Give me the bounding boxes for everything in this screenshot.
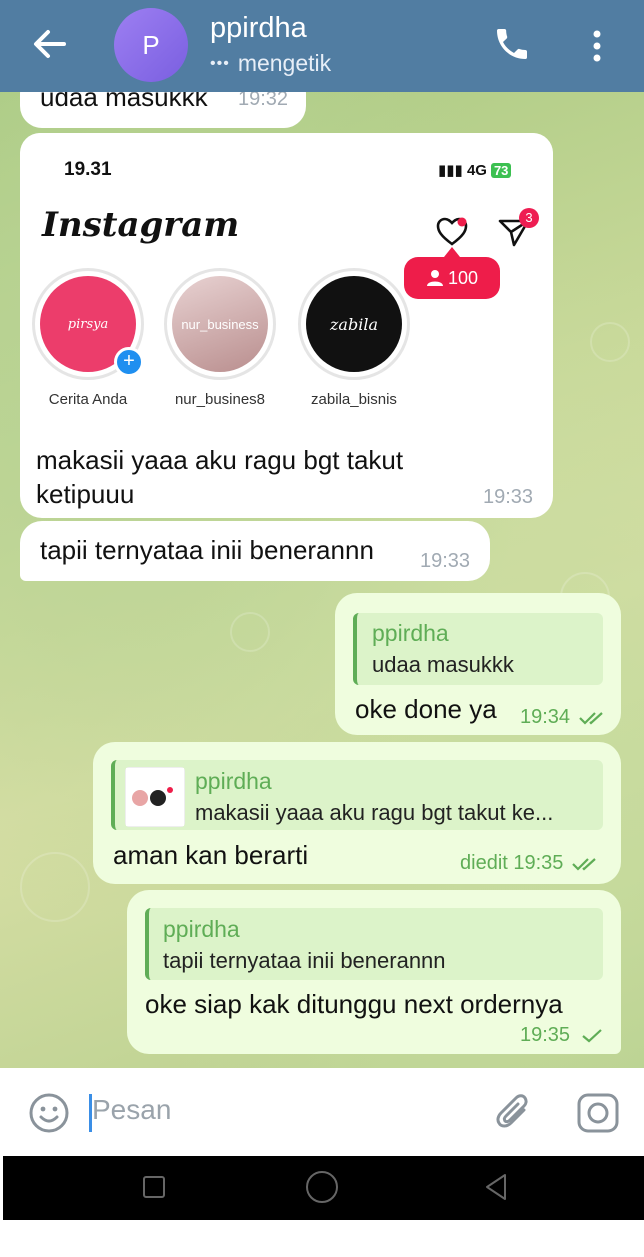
add-story-icon: + (114, 347, 144, 377)
story-caption: Cerita Anda (48, 391, 128, 408)
story-image: nur_business (172, 276, 268, 372)
time-value: 19:34 (520, 706, 571, 728)
heart-icon (436, 217, 468, 246)
message-composer: Pesan (0, 1068, 644, 1156)
phone-icon[interactable] (492, 24, 532, 64)
reply-text: udaa masukkk (372, 652, 514, 677)
message-text: oke done ya (355, 694, 497, 724)
background-doodle (20, 852, 90, 922)
emoji-icon[interactable] (28, 1092, 70, 1134)
message-text: makasii yaaa aku ragu bgt takut ketipuuu (36, 445, 404, 509)
story-caption: zabila_bisnis (311, 391, 397, 408)
reply-text: makasii yaaa aku ragu bgt takut ke... (195, 800, 554, 825)
message-text: oke siap kak ditunggu next ordernya (145, 989, 563, 1019)
message-time: 19:35 (520, 1024, 604, 1047)
message-outgoing[interactable]: ppirdha udaa masukkk oke done ya 19:34 (335, 593, 621, 735)
typing-dots: ••• (210, 55, 230, 72)
reply-text: tapii ternyataa inii benerannn (163, 948, 446, 973)
followers-notification: 100 (404, 247, 500, 299)
recents-button[interactable] (143, 1176, 165, 1198)
message-time: 19:34 (520, 706, 608, 729)
pill-pointer (444, 247, 460, 257)
screenshot-signal: ▮▮▮ 4G 73 (438, 161, 512, 179)
story-image: zabila (306, 276, 402, 372)
avatar[interactable]: P (114, 8, 188, 82)
double-check-icon (578, 711, 603, 725)
bottom-margin (0, 1220, 644, 1257)
screenshot-status-time: 19.31 (64, 159, 112, 180)
background-doodle (590, 322, 630, 362)
message-outgoing[interactable]: ppirdha tapii ternyataa inii benerannn o… (127, 890, 621, 1054)
more-vert-icon[interactable] (582, 26, 612, 66)
contact-status: ••• mengetik (210, 50, 331, 77)
chat-header: P ppirdha ••• mengetik (0, 0, 644, 92)
network-label: 4G (466, 162, 487, 179)
message-text: tapii ternyataa inii benerannn (40, 535, 374, 565)
single-check-icon (581, 1028, 602, 1043)
message-incoming[interactable]: udaa masukkk 19:32 (20, 92, 306, 128)
message-incoming[interactable]: tapii ternyataa inii benerannn 19:33 (20, 521, 490, 581)
double-check-icon (572, 857, 596, 871)
story-caption: nur_busines8 (174, 391, 266, 408)
message-text: udaa masukkk (40, 92, 208, 112)
contact-name[interactable]: ppirdha (210, 12, 307, 45)
instagram-logo: Instagram (42, 205, 240, 245)
story-circle: nur_business (164, 268, 276, 380)
edited-label: diedit (460, 852, 508, 874)
message-text: aman kan berarti (113, 840, 309, 870)
screenshot-thumbnail (126, 768, 184, 826)
followers-count: 100 (447, 267, 479, 288)
camera-icon[interactable] (576, 1092, 620, 1134)
time-value: 19:35 (520, 1024, 571, 1046)
back-arrow-icon[interactable] (28, 24, 72, 64)
message-time: 19:33 (420, 550, 471, 572)
message-time: diedit 19:35 (460, 852, 601, 875)
message-time: 19:33 (483, 486, 534, 508)
message-time: 19:32 (238, 92, 289, 110)
story-circle: zabila (298, 268, 410, 380)
time-value: 19:35 (513, 852, 564, 874)
attach-icon[interactable] (494, 1092, 534, 1134)
message-outgoing[interactable]: ppirdha makasii yaaa aku ragu bgt takut … (93, 742, 621, 884)
reply-author: ppirdha (195, 768, 272, 794)
battery-badge: 73 (490, 163, 512, 178)
typing-label: mengetik (237, 50, 332, 76)
reply-author: ppirdha (163, 916, 240, 942)
background-doodle (230, 612, 270, 652)
instagram-screenshot[interactable]: 19.31 ▮▮▮ 4G 73 Instagram 3 100 pirsya + … (20, 133, 553, 413)
home-button[interactable] (306, 1171, 338, 1203)
person-icon (426, 270, 443, 286)
chat-area[interactable]: udaa masukkk 19:32 19.31 ▮▮▮ 4G 73 Instag… (0, 92, 644, 1068)
back-button[interactable] (481, 1172, 511, 1202)
system-navbar (3, 1156, 644, 1220)
dm-badge: 3 (519, 208, 539, 228)
reply-thumbnail (125, 767, 185, 827)
reply-author: ppirdha (372, 620, 449, 646)
message-input[interactable]: Pesan (92, 1094, 171, 1126)
